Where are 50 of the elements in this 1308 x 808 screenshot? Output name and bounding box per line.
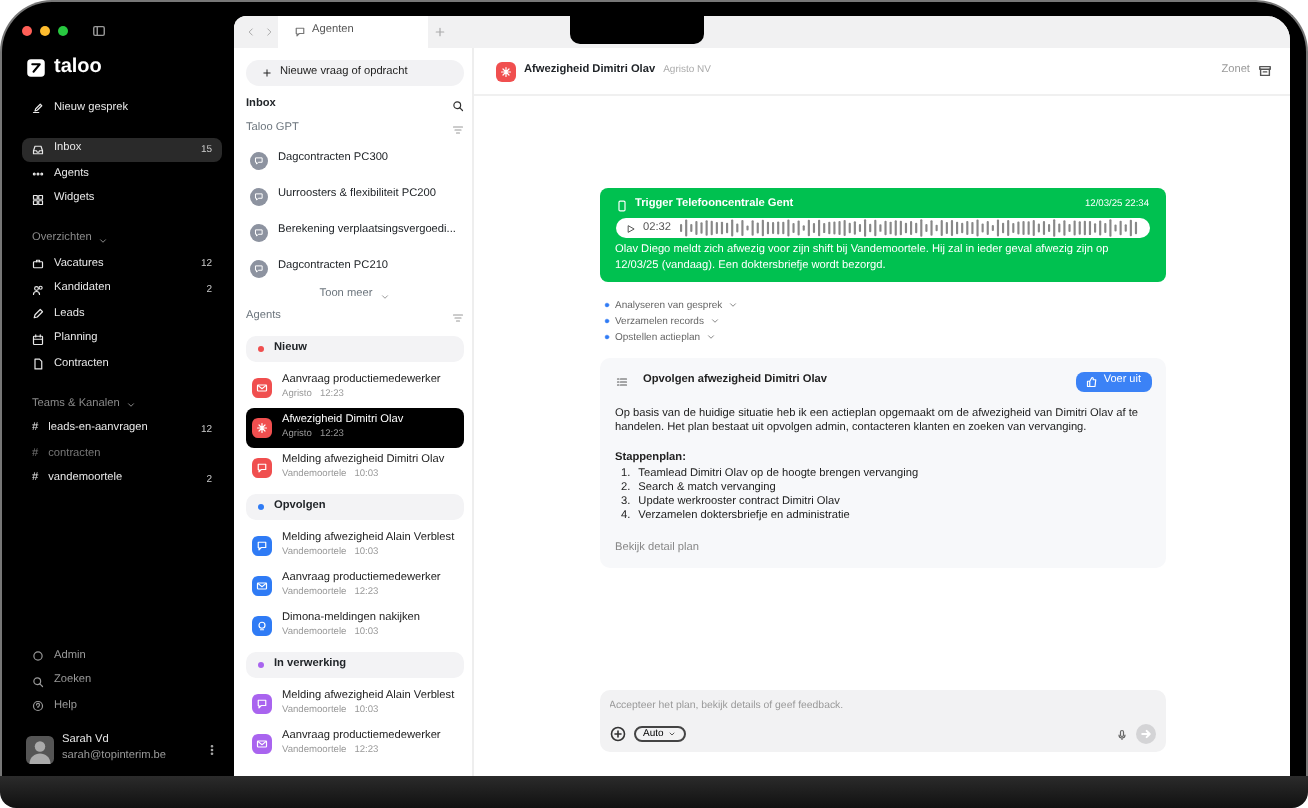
dots-icon	[32, 168, 44, 181]
calendar-icon	[32, 333, 44, 346]
chevron-icon	[380, 291, 391, 301]
sidebar-toggle-icon[interactable]	[92, 24, 106, 38]
notch-drawing	[570, 16, 704, 44]
step-dot-icon	[603, 334, 609, 341]
phone-icon	[615, 199, 627, 212]
chat-icon	[250, 187, 268, 205]
chat-icon	[250, 151, 268, 169]
list-icon	[615, 375, 627, 388]
microphone-icon[interactable]	[1115, 727, 1127, 741]
user-avatar	[26, 735, 54, 764]
bulb-icon	[252, 616, 272, 636]
thumbs-up-icon	[1085, 375, 1098, 388]
tray-icon	[32, 143, 44, 156]
help-icon	[32, 700, 44, 713]
close-button[interactable]	[22, 26, 32, 36]
search-icon[interactable]	[452, 100, 464, 112]
sparkle-icon	[252, 418, 272, 438]
document-icon	[32, 358, 44, 371]
chat-icon	[250, 259, 268, 277]
step-dot-icon	[603, 302, 609, 309]
circle-icon	[32, 650, 44, 663]
play-icon[interactable]	[625, 223, 635, 234]
maximize-button[interactable]	[58, 26, 68, 36]
grid-icon	[32, 193, 44, 206]
add-icon[interactable]	[609, 726, 625, 742]
chevron-icon	[125, 400, 136, 410]
sparkle-icon	[496, 61, 516, 81]
logo-icon	[26, 57, 46, 77]
mail-icon	[252, 576, 272, 596]
kebab-icon[interactable]	[206, 741, 218, 758]
chat-icon	[294, 26, 306, 38]
compose-icon	[32, 102, 44, 115]
minimize-button[interactable]	[40, 26, 50, 36]
chevron-icon	[97, 235, 108, 245]
plus-icon	[262, 68, 272, 78]
search-icon	[32, 675, 44, 688]
chat-icon	[250, 223, 268, 241]
mail-icon	[252, 734, 272, 754]
brand-name: taloo	[54, 54, 102, 80]
chat-icon	[252, 694, 272, 714]
briefcase-icon	[32, 258, 44, 271]
step-dot-icon	[603, 318, 609, 325]
pencil-icon	[32, 308, 44, 321]
chat-icon	[252, 458, 272, 478]
archive-icon[interactable]	[1258, 64, 1272, 78]
people-icon	[32, 283, 44, 296]
chat-icon	[252, 536, 272, 556]
mail-icon	[252, 378, 272, 398]
